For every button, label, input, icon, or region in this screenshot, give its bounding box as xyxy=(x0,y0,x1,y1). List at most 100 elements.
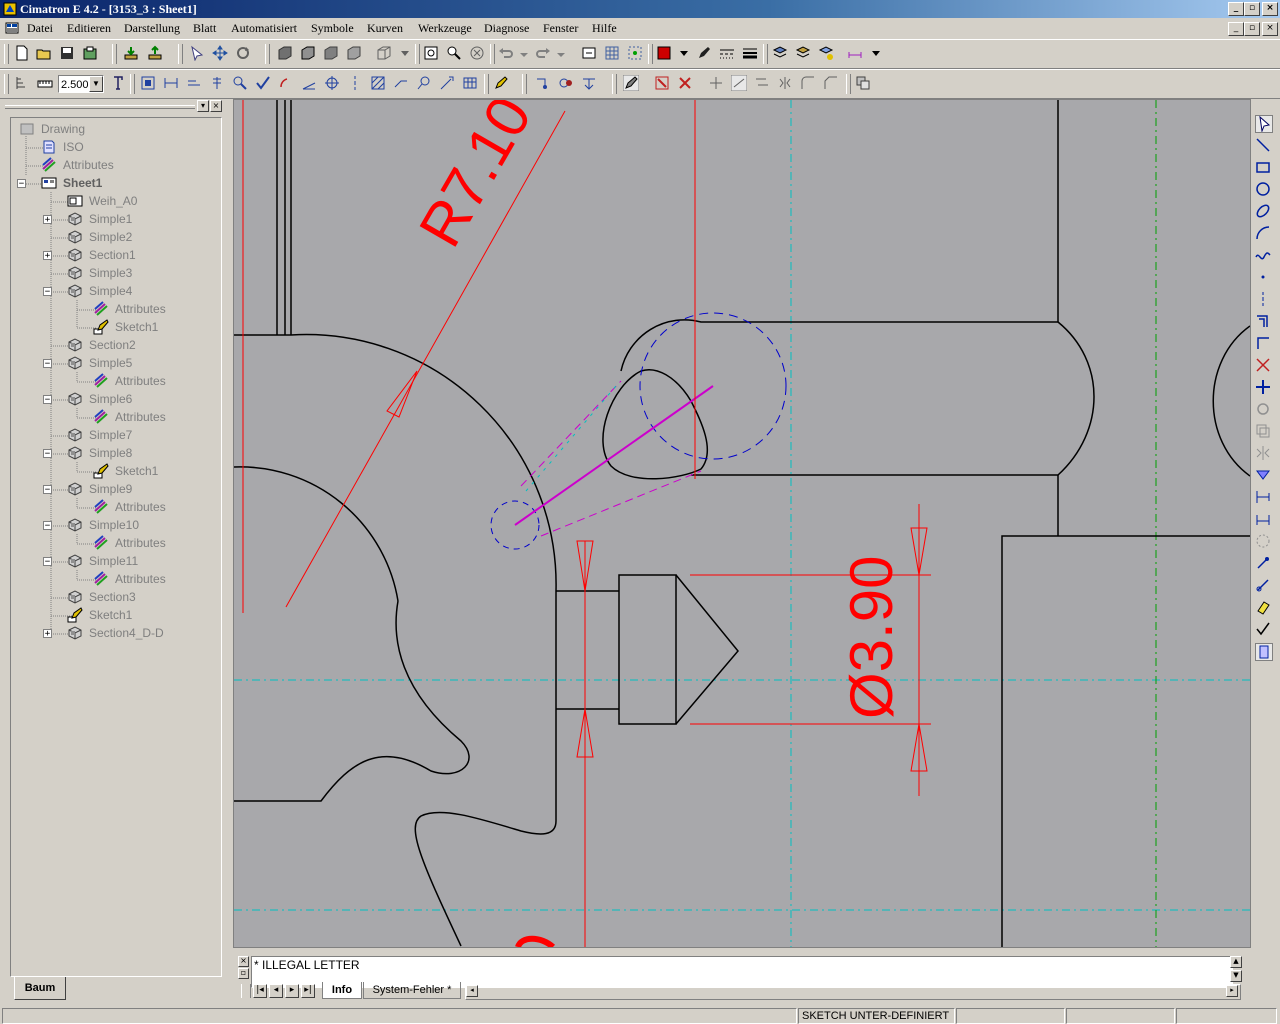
extend-icon[interactable] xyxy=(731,75,747,91)
copy-icon[interactable] xyxy=(1255,423,1271,439)
centermark-icon[interactable] xyxy=(324,75,340,91)
outer-arc[interactable] xyxy=(234,333,557,592)
line-icon[interactable] xyxy=(1255,137,1271,153)
gear-tooth-lower[interactable] xyxy=(414,591,557,947)
hatch-icon[interactable] xyxy=(370,75,386,91)
tree-tab-baum[interactable]: Baum xyxy=(14,977,66,1000)
table-icon[interactable] xyxy=(462,75,478,91)
arc-dimension-icon[interactable] xyxy=(278,75,294,91)
mirror-entity-icon[interactable] xyxy=(1255,445,1271,461)
eraser-icon[interactable] xyxy=(1255,599,1271,615)
console-scroll-up[interactable]: ▲ xyxy=(1230,956,1242,968)
circle-icon[interactable] xyxy=(1255,181,1271,197)
export-icon[interactable] xyxy=(147,45,163,61)
rotate-view-icon[interactable] xyxy=(235,45,251,61)
move-icon[interactable] xyxy=(1255,379,1271,395)
tree-expander[interactable]: − xyxy=(43,287,52,297)
scale-combobox[interactable]: 2.500 ▼ xyxy=(58,75,104,93)
zoom-dynamic-icon[interactable] xyxy=(469,45,485,61)
magnify-detail-icon[interactable] xyxy=(232,75,248,91)
console-tab-info[interactable]: Info xyxy=(322,982,362,999)
menu-werkzeuge[interactable]: Werkzeuge xyxy=(418,21,472,36)
chamfer-icon[interactable] xyxy=(823,75,839,91)
tree-expander[interactable]: − xyxy=(43,359,52,369)
menu-kurven[interactable]: Kurven xyxy=(367,21,403,36)
menu-symbole[interactable]: Symbole xyxy=(311,21,354,36)
rectangle-icon[interactable] xyxy=(1255,159,1271,175)
grid-icon[interactable] xyxy=(604,45,620,61)
feature-tree[interactable]: Drawing ISO Attributes − Sheet1 Weih_A0 + Simpl… xyxy=(10,117,222,977)
menu-automatisiert[interactable]: Automatisiert xyxy=(231,21,297,36)
save-as-icon[interactable] xyxy=(82,45,98,61)
menu-diagnose[interactable]: Diagnose xyxy=(484,21,529,36)
sketch-tangent-lower[interactable] xyxy=(540,470,702,537)
scale-dropdown-icon[interactable]: ▼ xyxy=(89,76,103,92)
pointer-icon[interactable] xyxy=(1255,115,1273,133)
pin-body[interactable] xyxy=(618,574,677,725)
check-icon[interactable] xyxy=(255,75,271,91)
new-file-icon[interactable] xyxy=(14,45,30,61)
toolbar-grip[interactable] xyxy=(4,74,9,94)
cancel-sketch-icon[interactable] xyxy=(677,75,693,91)
undo-icon[interactable] xyxy=(498,45,514,61)
sketch-tool-icon[interactable] xyxy=(493,75,509,91)
spline-icon[interactable] xyxy=(1255,247,1271,263)
sketch-check-icon[interactable] xyxy=(1255,621,1271,637)
linear-dimension-icon[interactable] xyxy=(163,75,179,91)
pen-icon[interactable] xyxy=(696,45,712,61)
note-icon[interactable] xyxy=(439,75,455,91)
tab-last-button[interactable]: ▸| xyxy=(301,984,315,998)
layout-icon[interactable] xyxy=(14,75,30,91)
child-restore-button[interactable]: ▫ xyxy=(1244,22,1260,36)
drawing-canvas[interactable]: R7.10 Ø3.90 xyxy=(233,99,1251,948)
fillet-icon[interactable] xyxy=(800,75,816,91)
tree-expander[interactable]: − xyxy=(43,395,52,405)
ellipse-icon[interactable] xyxy=(1255,203,1271,219)
rotate-icon[interactable] xyxy=(1255,401,1271,417)
slot-right-edge[interactable] xyxy=(691,321,1095,476)
menu-darstellung[interactable]: Darstellung xyxy=(124,21,180,36)
sketch-exit-icon[interactable] xyxy=(623,75,639,91)
tree-expander[interactable]: − xyxy=(43,449,52,459)
save-icon[interactable] xyxy=(59,45,75,61)
leader-icon[interactable] xyxy=(393,75,409,91)
gear-tooth-profile[interactable] xyxy=(234,600,470,802)
layer-icon[interactable] xyxy=(772,45,788,61)
constraint-remove-icon[interactable] xyxy=(581,75,597,91)
dimension-radial-icon[interactable] xyxy=(1255,533,1271,549)
radius-dimension-line[interactable] xyxy=(285,110,566,608)
tree-expander[interactable]: − xyxy=(43,485,52,495)
block-outline[interactable] xyxy=(1001,535,1250,947)
mirror-icon[interactable] xyxy=(777,75,793,91)
pattern-icon[interactable] xyxy=(1255,467,1271,483)
balloon-icon[interactable] xyxy=(416,75,432,91)
hscroll-right[interactable]: ▸ xyxy=(1226,985,1238,997)
console-close-button[interactable]: × xyxy=(238,956,249,967)
minimize-button[interactable]: _ xyxy=(1228,2,1244,16)
constraint-add-icon[interactable] xyxy=(558,75,574,91)
hidden-line-icon[interactable] xyxy=(346,45,362,61)
tree-expander[interactable]: + xyxy=(43,629,52,639)
delete-entity-icon[interactable] xyxy=(654,75,670,91)
view-dropdown-arrow-icon[interactable] xyxy=(397,45,413,61)
arc-icon[interactable] xyxy=(1255,225,1271,241)
trim-icon[interactable] xyxy=(708,75,724,91)
view-create-icon[interactable] xyxy=(140,75,156,91)
toolbar-grip[interactable] xyxy=(4,44,9,64)
hscroll-left[interactable]: ◂ xyxy=(466,985,478,997)
constraint-fixed-icon[interactable] xyxy=(1255,555,1271,571)
pin-cone-tip[interactable] xyxy=(675,574,739,725)
text-style-icon[interactable] xyxy=(110,75,126,91)
line-style-icon[interactable] xyxy=(719,45,735,61)
console-horizontal-scrollbar[interactable]: ◂ ▸ xyxy=(465,984,1241,1000)
dimension-horizontal-icon[interactable] xyxy=(1255,511,1271,527)
constraint-tangent-icon[interactable] xyxy=(1255,577,1271,593)
maximize-button[interactable]: ▫ xyxy=(1244,2,1260,16)
line-width-icon[interactable] xyxy=(742,45,758,61)
point-icon[interactable] xyxy=(1255,269,1271,285)
properties-icon[interactable] xyxy=(855,75,871,91)
regenerate-icon[interactable] xyxy=(581,45,597,61)
menu-datei[interactable]: Datei xyxy=(27,21,53,36)
offset-icon[interactable] xyxy=(754,75,770,91)
diameter-dimension-text[interactable]: Ø3.90 xyxy=(838,556,905,719)
